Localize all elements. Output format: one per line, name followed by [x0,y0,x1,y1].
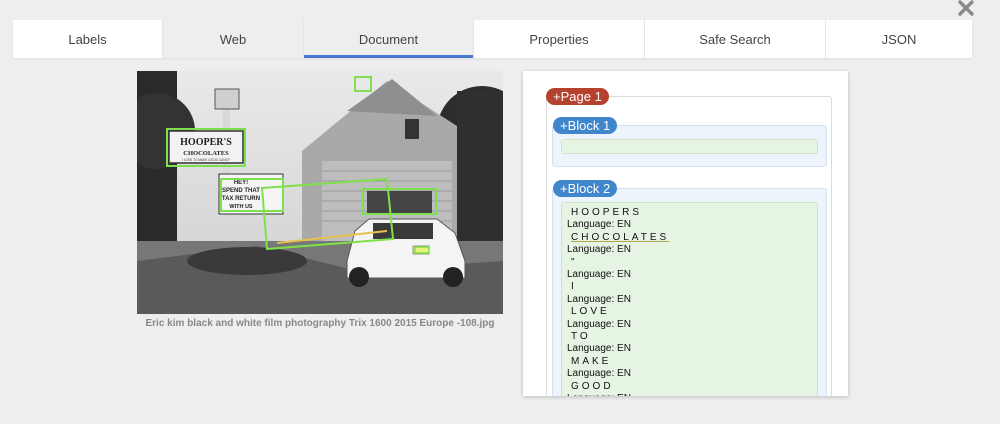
word-text: LOVE [571,306,610,318]
word-list: HOOPERS Language: EN CHOCOLATES Language… [567,207,669,396]
language-label: Language: EN [567,293,631,305]
word-text: TO [571,331,591,343]
tab-label: Properties [529,31,589,47]
tab-document[interactable]: Document [304,20,474,58]
paragraph-box [561,139,818,154]
tab-label: Document [358,31,419,47]
tab-labels[interactable]: Labels [13,20,163,58]
tab-json[interactable]: JSON [826,20,972,58]
sign-tagline-text: I LOVE TO MAKE GOOD CANDY [182,158,231,162]
document-structure-panel[interactable]: +Page 1 +Block 1 HOOPERS Language: EN CH… [523,71,848,396]
paragraph-box: HOOPERS Language: EN CHOCOLATES Language… [561,202,818,396]
language-label: Language: EN [567,244,631,256]
tab-web[interactable]: Web [163,20,304,58]
block-2-container: HOOPERS Language: EN CHOCOLATES Language… [552,188,827,396]
photo-caption: Eric kim black and white film photograph… [145,318,495,329]
photo-illustration: HOOPER'S CHOCOLATES I LOVE TO MAKE GOOD … [137,71,503,314]
language-label: Language: EN [567,368,631,380]
tab-safe-search[interactable]: Safe Search [645,20,826,58]
language-label: Language: EN [567,393,631,396]
language-label: Language: EN [567,219,631,231]
sign-tax-text: TAX RETURN [222,196,260,202]
sign-chocolates-text: CHOCOLATES [183,150,229,157]
tab-label: Web [219,31,247,47]
tab-label: Safe Search [699,31,771,47]
block-2-toggle[interactable]: +Block 2 [553,180,618,197]
close-button[interactable] [956,0,976,18]
sign-spend-text: SPEND THAT [222,188,260,194]
word-text: I [571,281,577,293]
word-text: MAKE [571,355,612,367]
word-text: " [571,256,578,268]
word-text: HOOPERS [571,207,643,218]
page-1-toggle[interactable]: +Page 1 [546,88,609,105]
sign-hoopers-text: HOOPER'S [180,137,232,148]
close-icon [958,0,974,16]
language-label: Language: EN [567,318,631,330]
word-text: GOOD [571,380,614,392]
language-label: Language: EN [567,343,631,355]
sign-hey-text: HEY! [234,180,248,186]
block-1-toggle[interactable]: +Block 1 [553,117,618,134]
analyzed-photo: HOOPER'S CHOCOLATES I LOVE TO MAKE GOOD … [137,71,503,314]
tab-label: Labels [68,31,107,47]
tab-label: JSON [881,31,917,47]
word-text: CHOCOLATES [571,231,670,243]
tab-bar: Labels Web Document Properties Safe Sear… [13,20,972,58]
tab-properties[interactable]: Properties [474,20,645,58]
sign-with-text: WITH US [229,204,253,210]
language-label: Language: EN [567,269,631,281]
